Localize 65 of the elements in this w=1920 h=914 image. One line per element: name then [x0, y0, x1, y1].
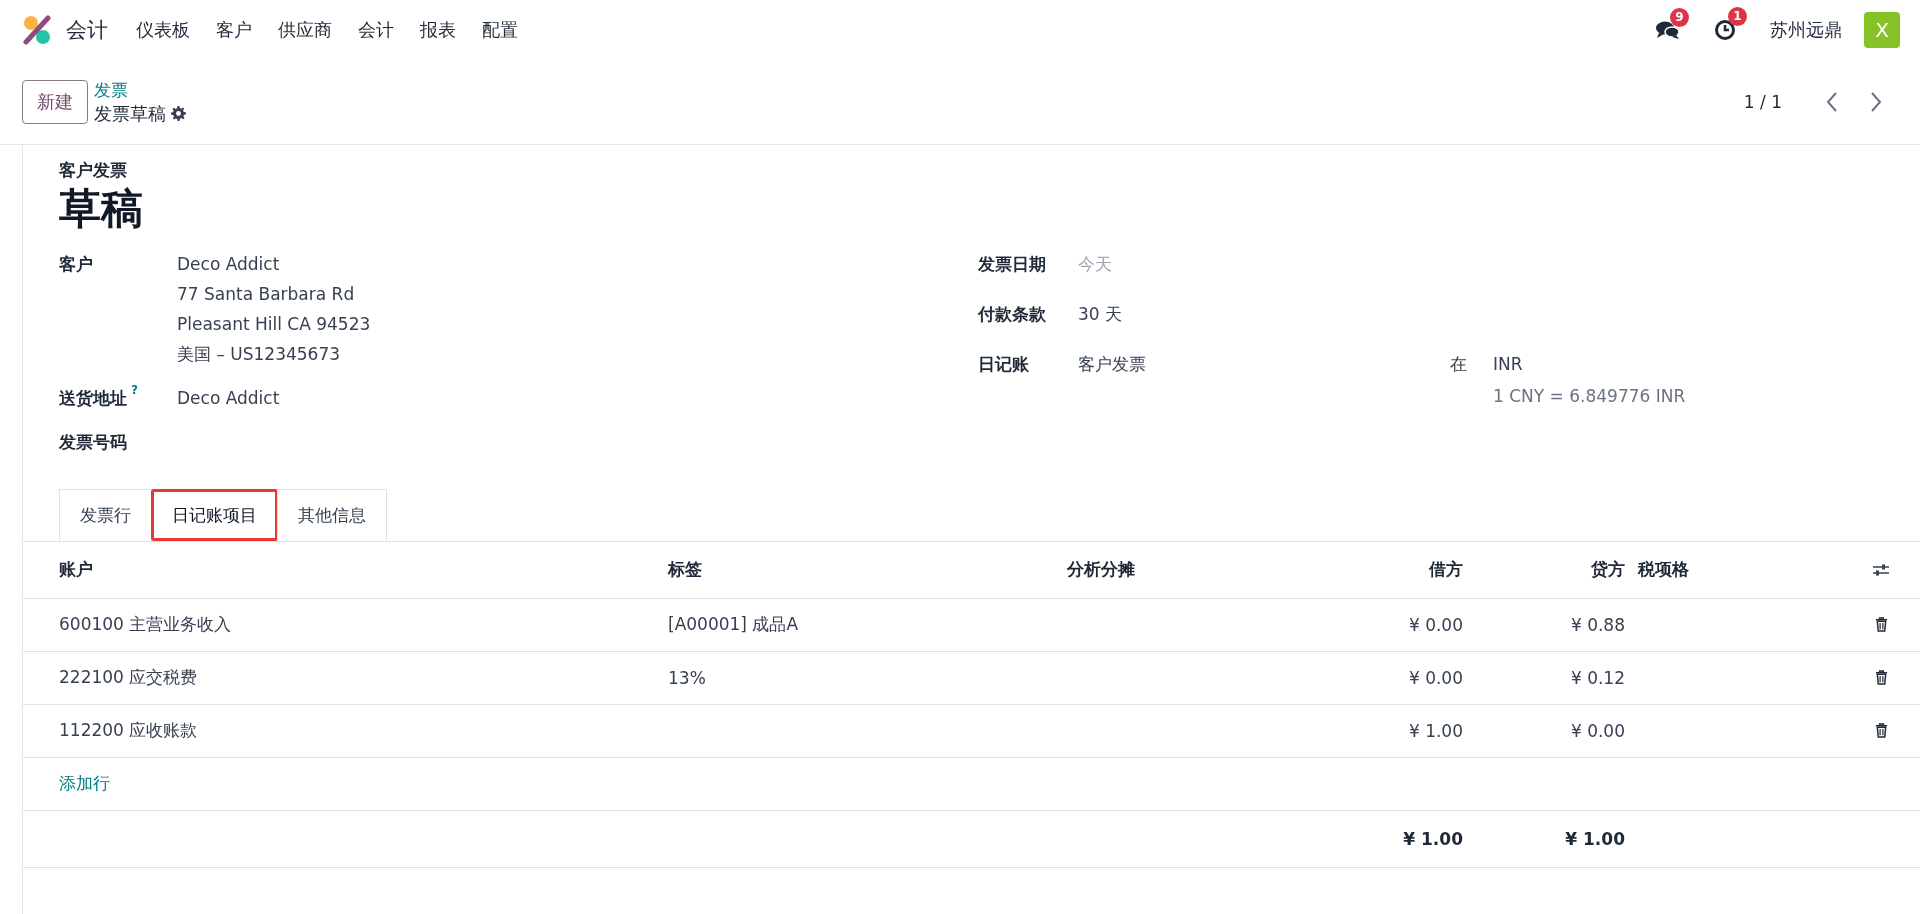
column-header[interactable]: 标签 [668, 558, 1067, 582]
app-logo-icon[interactable] [22, 15, 52, 45]
delete-icon[interactable] [1874, 617, 1888, 633]
account-cell[interactable]: 112200 应收账款 [59, 719, 668, 743]
invoice-status-title: 草稿 [59, 183, 144, 235]
debit-cell[interactable]: ¥ 0.00 [1293, 614, 1463, 635]
field-label: 发票日期 [978, 252, 1046, 276]
delete-icon[interactable] [1874, 670, 1888, 686]
account-cell[interactable]: 600100 主营业务收入 [59, 613, 668, 637]
column-header[interactable]: 借方 [1293, 558, 1463, 582]
field-value: Deco Addict [177, 386, 280, 410]
credit-cell[interactable]: ¥ 0.00 [1463, 720, 1625, 741]
menu-item[interactable]: 供应商 [278, 18, 332, 42]
clock-icon[interactable] [1714, 19, 1736, 41]
menu-item[interactable]: 客户 [216, 18, 252, 42]
new-button[interactable]: 新建 [22, 80, 88, 124]
credit-total: ¥ 1.00 [1564, 828, 1625, 849]
menu-item[interactable]: 配置 [482, 18, 518, 42]
add-line-link[interactable]: 添加行 [59, 772, 110, 796]
next-icon[interactable] [1870, 92, 1882, 112]
currency-prefix-label: 在 [1450, 352, 1468, 376]
help-tooltip-mark[interactable]: ? [131, 382, 138, 397]
notebook-tab[interactable]: 发票行 [59, 488, 152, 541]
field-value: 77 Santa Barbara Rd [177, 282, 356, 306]
exchange-rate-text: 1 CNY = 6.849776 INR [1493, 384, 1686, 408]
company-name[interactable]: 苏州远鼎 [1770, 18, 1842, 42]
field-value: Pleasant Hill CA 94523 [177, 312, 371, 336]
field-label: 客户 [59, 252, 93, 276]
notebook-tab[interactable]: 日记账项目 [151, 488, 278, 541]
field-value[interactable]: 客户发票 [1078, 348, 1450, 413]
app-name[interactable]: 会计 [66, 16, 108, 44]
notebook-tab[interactable]: 其他信息 [277, 488, 387, 541]
field-value: 美国 – US12345673 [177, 342, 342, 366]
column-header[interactable]: 贷方 [1463, 558, 1625, 582]
previous-icon[interactable] [1826, 92, 1838, 112]
field-label: 日记账 [978, 352, 1029, 376]
column-options-icon[interactable] [1872, 562, 1890, 577]
debit-cell[interactable]: ¥ 0.00 [1293, 667, 1463, 688]
debit-total: ¥ 1.00 [1402, 828, 1463, 849]
field-label: 付款条款 [978, 302, 1046, 326]
menu-item[interactable]: 仪表板 [136, 18, 190, 42]
column-header[interactable]: 账户 [59, 558, 668, 582]
activity-count-badge: 1 [1728, 7, 1747, 26]
breadcrumb-link[interactable]: 发票 [94, 78, 186, 102]
menu-item[interactable]: 报表 [420, 18, 456, 42]
debit-cell[interactable]: ¥ 1.00 [1293, 720, 1463, 741]
field-value[interactable]: 30 天 [1078, 298, 1450, 329]
move-type-label: 客户发票 [59, 159, 128, 182]
delete-icon[interactable] [1874, 723, 1888, 739]
record-title: 发票草稿 [94, 101, 166, 126]
currency-value[interactable]: INR [1493, 348, 1686, 379]
field-label: 送货地址 [59, 386, 127, 410]
settings-icon[interactable] [171, 106, 186, 121]
column-header[interactable]: 税项格 [1625, 558, 1861, 582]
field-value: Deco Addict [177, 252, 281, 276]
label-cell[interactable]: 13% [668, 667, 706, 688]
account-cell[interactable]: 222100 应交税费 [59, 666, 668, 690]
credit-cell[interactable]: ¥ 0.88 [1463, 614, 1625, 635]
pager-value: 1 / 1 [1743, 92, 1782, 112]
menu-item[interactable]: 会计 [358, 18, 394, 42]
message-count-badge: 9 [1670, 8, 1689, 27]
label-cell[interactable]: [A00001] 成品A [668, 614, 798, 635]
credit-cell[interactable]: ¥ 0.12 [1463, 667, 1625, 688]
field-label: 发票号码 [59, 430, 127, 454]
column-header[interactable]: 分析分摊 [1067, 558, 1293, 582]
